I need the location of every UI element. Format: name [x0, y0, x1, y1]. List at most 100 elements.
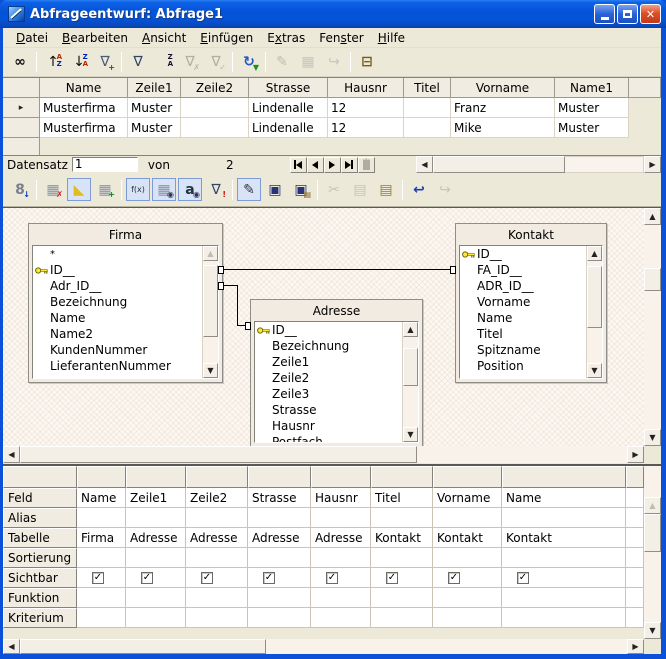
title-bar[interactable]: Abfrageentwurf: Abfrage1 ✕: [0, 0, 666, 28]
field-item-faid[interactable]: FA_ID__: [460, 262, 602, 278]
design-vertical-scrollbar[interactable]: ▲▼: [644, 207, 661, 446]
scroll-thumb[interactable]: [587, 266, 602, 328]
next-record-button[interactable]: [324, 157, 341, 173]
distinct-values-icon[interactable]: ∇!: [204, 178, 228, 201]
join-line-firma-kontakt[interactable]: [224, 269, 450, 270]
menu-item-ansicht[interactable]: Ansicht: [135, 29, 193, 47]
criteria-cell-sichtbar[interactable]: ✓: [371, 568, 433, 588]
minimize-button[interactable]: [594, 4, 615, 24]
criteria-cell-tabelle[interactable]: Adresse: [248, 528, 311, 548]
criteria-cell-tabelle[interactable]: Firma: [77, 528, 126, 548]
scroll-thumb[interactable]: [433, 156, 565, 173]
maximize-button[interactable]: [617, 4, 638, 24]
clear-query-icon[interactable]: ▦✗: [41, 178, 65, 201]
scroll-up-icon[interactable]: ▲: [587, 246, 602, 261]
edit-mode-icon[interactable]: ✎: [237, 178, 261, 201]
scroll-thumb[interactable]: [644, 268, 661, 291]
field-item-hausnr[interactable]: Hausnr: [255, 418, 418, 434]
criteria-cell-tabelle[interactable]: Kontakt: [502, 528, 626, 548]
criteria-cell-feld[interactable]: Strasse: [248, 488, 311, 508]
criteria-cell-sortierung[interactable]: [126, 548, 186, 568]
grid-cell[interactable]: 12: [328, 98, 404, 118]
menu-item-bearbeiten[interactable]: Bearbeiten: [55, 29, 135, 47]
autofilter-icon[interactable]: ∇+: [93, 51, 117, 74]
previous-record-button[interactable]: [307, 157, 324, 173]
criteria-cell-tabelle[interactable]: Kontakt: [371, 528, 433, 548]
scroll-up-icon[interactable]: ▲: [403, 322, 418, 337]
criteria-cell-alias[interactable]: [502, 508, 626, 528]
criteria-cell-tabelle[interactable]: Kontakt: [433, 528, 502, 548]
criteria-cell-tabelle[interactable]: Adresse: [126, 528, 186, 548]
criteria-cell-kriterium[interactable]: [311, 608, 371, 628]
standard-filter-icon[interactable]: ∇: [126, 51, 150, 74]
scroll-right-icon[interactable]: ▶: [627, 446, 644, 463]
criteria-column-header[interactable]: [77, 466, 126, 488]
field-item-name[interactable]: Name: [33, 310, 218, 326]
criteria-column-header[interactable]: [248, 466, 311, 488]
column-header-titel[interactable]: Titel: [404, 78, 451, 98]
scroll-down-icon[interactable]: ▼: [403, 427, 418, 442]
table-name-icon[interactable]: ▦◉: [152, 178, 176, 201]
field-item-zeile3[interactable]: Zeile3: [255, 386, 418, 402]
criteria-cell-kriterium[interactable]: [502, 608, 626, 628]
criteria-cell-funktion[interactable]: [371, 588, 433, 608]
grid-cell[interactable]: Lindenalle: [249, 98, 328, 118]
field-item-lieferantennummer[interactable]: LieferantenNummer: [33, 358, 218, 374]
grid-cell[interactable]: Muster: [555, 118, 629, 138]
visible-checkbox[interactable]: ✓: [386, 572, 398, 584]
sort-ascending-icon[interactable]: ↑AZ: [41, 51, 65, 74]
criteria-cell-feld[interactable]: Hausnr: [311, 488, 371, 508]
grid-cell[interactable]: Musterfirma: [40, 118, 128, 138]
field-item-zeile2[interactable]: Zeile2: [255, 370, 418, 386]
field-item-id[interactable]: ID__: [255, 322, 418, 338]
criteria-cell-alias[interactable]: [433, 508, 502, 528]
undo-icon[interactable]: ↩: [407, 178, 431, 201]
save-icon[interactable]: ▣: [263, 178, 287, 201]
field-list-scrollbar[interactable]: ▲▼: [202, 246, 218, 378]
last-record-button[interactable]: [341, 157, 358, 173]
field-item-bezeichnung[interactable]: Bezeichnung: [33, 294, 218, 310]
refresh-data-icon[interactable]: ↻▼: [237, 51, 261, 74]
criteria-cell-sichtbar[interactable]: ✓: [248, 568, 311, 588]
grid-cell[interactable]: Muster: [555, 98, 629, 118]
criteria-cell-feld[interactable]: Zeile2: [186, 488, 248, 508]
grid-cell[interactable]: Muster: [128, 118, 181, 138]
design-view-icon[interactable]: ◣: [67, 178, 91, 201]
paste-icon[interactable]: ▤: [374, 178, 398, 201]
criteria-cell-alias[interactable]: [371, 508, 433, 528]
criteria-horizontal-scrollbar[interactable]: ◀▶: [3, 639, 644, 654]
column-header-zeile2[interactable]: Zeile2: [181, 78, 249, 98]
criteria-cell-sichtbar[interactable]: ✓: [502, 568, 626, 588]
scroll-up-icon[interactable]: ▲: [203, 246, 218, 261]
field-item-spitzname[interactable]: Spitzname: [460, 342, 602, 358]
scroll-thumb[interactable]: [644, 514, 661, 552]
run-query-icon[interactable]: 8↓: [8, 178, 32, 201]
sort-descending-icon[interactable]: ↓ZA: [67, 51, 91, 74]
column-header-zeile1[interactable]: Zeile1: [128, 78, 181, 98]
criteria-cell-kriterium[interactable]: [126, 608, 186, 628]
field-item-vorname[interactable]: Vorname: [460, 294, 602, 310]
criteria-column-header[interactable]: [311, 466, 371, 488]
visible-checkbox[interactable]: ✓: [326, 572, 338, 584]
column-header-name[interactable]: Name: [40, 78, 128, 98]
row-selector[interactable]: ▸: [3, 98, 40, 118]
grid-cell[interactable]: [181, 98, 249, 118]
criteria-cell-kriterium[interactable]: [186, 608, 248, 628]
column-header-vorname[interactable]: Vorname: [451, 78, 555, 98]
scroll-down-icon[interactable]: ▼: [203, 363, 218, 378]
menu-item-hilfe[interactable]: Hilfe: [371, 29, 412, 47]
column-header-hausnr[interactable]: Hausnr: [328, 78, 404, 98]
criteria-cell-feld[interactable]: Titel: [371, 488, 433, 508]
criteria-cell-feld[interactable]: Zeile1: [126, 488, 186, 508]
grid-cell[interactable]: Lindenalle: [249, 118, 328, 138]
design-horizontal-scrollbar[interactable]: ◀▶: [3, 446, 644, 463]
criteria-cell-feld[interactable]: Name: [77, 488, 126, 508]
criteria-cell-funktion[interactable]: [248, 588, 311, 608]
grid-cell[interactable]: Franz: [451, 98, 555, 118]
criteria-cell-feld[interactable]: Name: [502, 488, 626, 508]
scroll-left-icon[interactable]: ◀: [3, 446, 20, 463]
grid-cell[interactable]: Mike: [451, 118, 555, 138]
grid-cell[interactable]: 12: [328, 118, 404, 138]
table-window-adresse[interactable]: AdresseID__BezeichnungZeile1Zeile2Zeile3…: [250, 299, 423, 446]
navigator-scrollbar[interactable]: ◀▶: [416, 156, 661, 173]
